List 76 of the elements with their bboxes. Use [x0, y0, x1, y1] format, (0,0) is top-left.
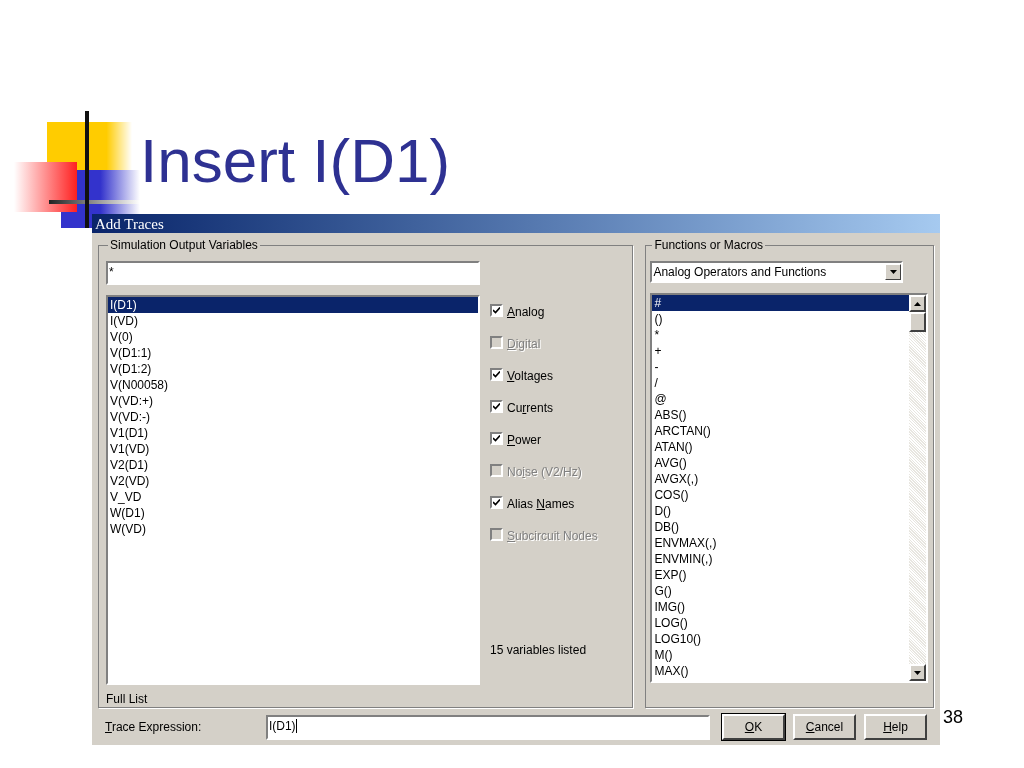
dialog-button[interactable]: OK	[722, 714, 785, 740]
dialog-title: Add Traces	[95, 214, 164, 233]
group-label: Simulation Output Variables	[109, 237, 259, 254]
list-item[interactable]: V2(D1)	[108, 457, 478, 473]
list-item[interactable]: I(D1)	[108, 297, 478, 313]
checkbox[interactable]	[490, 304, 503, 317]
list-item[interactable]: +	[652, 343, 910, 359]
scrollbar[interactable]	[909, 295, 927, 681]
list-item[interactable]: ()	[652, 311, 910, 327]
list-item[interactable]: V1(VD)	[108, 441, 478, 457]
checkbox[interactable]	[490, 432, 503, 445]
variables-list[interactable]: I(D1) I(VD) V(0) V(D1:1) V(D1:2) V(N00058) V(VD:+) V(VD:-) V1(D1) V1(VD) V2(D1) V2(VD) V_VD W(D1) W(VD)	[106, 295, 480, 685]
checkbox-label[interactable]: Currents	[507, 399, 554, 417]
check-icon	[493, 499, 500, 506]
checkbox[interactable]	[490, 496, 503, 509]
list-item[interactable]: ATAN()	[652, 439, 910, 455]
list-item[interactable]: V(0)	[108, 329, 478, 345]
list-item[interactable]: V_VD	[108, 489, 478, 505]
list-item[interactable]: COS()	[652, 487, 910, 503]
checkbox-label[interactable]: Power	[507, 431, 542, 449]
list-item[interactable]: W(VD)	[108, 521, 478, 537]
list-item[interactable]: M()	[652, 647, 910, 663]
scroll-up-icon[interactable]	[909, 295, 927, 312]
check-icon	[493, 435, 500, 442]
checkbox-label[interactable]: Alias Names	[507, 495, 575, 513]
list-item[interactable]: V(VD:+)	[108, 393, 478, 409]
checkbox[interactable]	[490, 400, 503, 413]
list-item[interactable]: V2(VD)	[108, 473, 478, 489]
list-item[interactable]: MAX()	[652, 663, 910, 679]
list-item[interactable]: ENVMIN(,)	[652, 551, 910, 567]
list-item[interactable]: V(N00058)	[108, 377, 478, 393]
dialog-button[interactable]: Cancel	[793, 714, 856, 740]
trace-expression-field[interactable]: I(D1)	[265, 714, 710, 740]
list-item[interactable]: #	[652, 295, 910, 311]
check-icon	[493, 403, 500, 410]
variables-count: 15 variables listed	[490, 642, 588, 659]
list-item[interactable]: IMG()	[652, 599, 910, 615]
list-item[interactable]: DB()	[652, 519, 910, 535]
list-item[interactable]: V(D1:1)	[108, 345, 478, 361]
list-item[interactable]: *	[652, 327, 910, 343]
checkbox-label[interactable]: Analog	[507, 303, 545, 321]
list-item[interactable]: @	[652, 391, 910, 407]
list-item[interactable]: D()	[652, 503, 910, 519]
trace-expression-label: Trace Expression:	[105, 719, 203, 736]
list-item[interactable]: AVG()	[652, 455, 910, 471]
list-item[interactable]: V(D1:2)	[108, 361, 478, 377]
group-label: Functions or Macros	[653, 237, 765, 254]
list-item[interactable]: AVGX(,)	[652, 471, 910, 487]
scroll-down-icon[interactable]	[909, 664, 927, 681]
list-item[interactable]: /	[652, 375, 910, 391]
list-item[interactable]: V(VD:-)	[108, 409, 478, 425]
list-item[interactable]: -	[652, 359, 910, 375]
page-number: 38	[943, 706, 964, 729]
list-item[interactable]: W(D1)	[108, 505, 478, 521]
check-icon	[493, 371, 500, 378]
functions-dropdown[interactable]: Analog Operators and Functions	[650, 261, 904, 283]
slide-title: Insert I(D1)	[140, 126, 451, 196]
list-item[interactable]: LOG()	[652, 615, 910, 631]
checkbox[interactable]	[490, 368, 503, 381]
list-mode-label: Full List	[106, 691, 149, 708]
list-item[interactable]: I(VD)	[108, 313, 478, 329]
list-item[interactable]: G()	[652, 583, 910, 599]
list-item[interactable]: ARCTAN()	[652, 423, 910, 439]
dialog-button[interactable]: Help	[864, 714, 927, 740]
filter-field[interactable]: *	[106, 261, 480, 285]
scroll-thumb[interactable]	[909, 312, 927, 332]
list-item[interactable]: EXP()	[652, 567, 910, 583]
list-item[interactable]: LOG10()	[652, 631, 910, 647]
checkbox-label[interactable]: Voltages	[507, 367, 554, 385]
check-icon	[493, 307, 500, 314]
dropdown-caret-icon[interactable]	[885, 264, 902, 280]
list-item[interactable]: V1(D1)	[108, 425, 478, 441]
dropdown-value: Analog Operators and Functions	[652, 264, 827, 281]
functions-list[interactable]: # () * + - / @ ABS() ARCTAN() ATAN() AVG() AVGX(,) COS() D() DB() ENVMAX(,) ENVMIN(,) EXP() G() IMG() LOG() LOG10() M() MAX()	[650, 293, 929, 683]
list-item[interactable]: ABS()	[652, 407, 910, 423]
list-item[interactable]: ENVMAX(,)	[652, 535, 910, 551]
